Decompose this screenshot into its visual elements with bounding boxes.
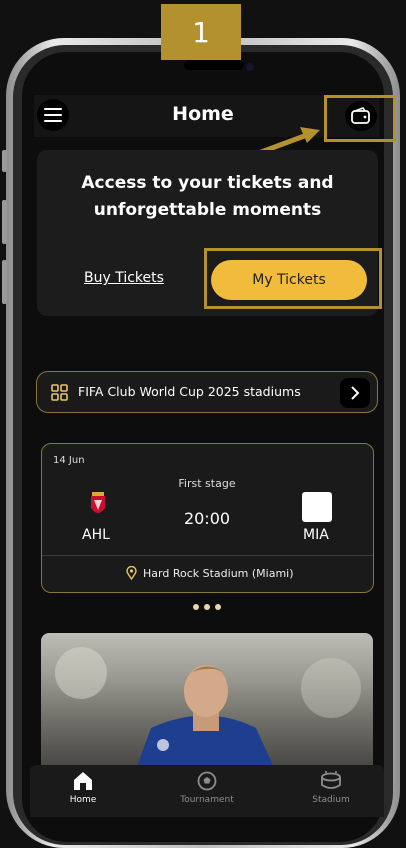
home-icon xyxy=(74,772,92,790)
home-team-code: AHL xyxy=(82,527,110,543)
away-team-crest-icon xyxy=(302,492,332,522)
carousel-dot[interactable] xyxy=(215,604,221,610)
nav-item-home[interactable]: Home xyxy=(58,771,108,805)
carousel-dot[interactable] xyxy=(204,604,210,610)
match-date: 14 Jun xyxy=(53,455,85,466)
match-stage: First stage xyxy=(178,477,236,490)
camera-icon xyxy=(246,63,254,71)
home-team-crest-icon xyxy=(91,492,105,513)
nav-item-tournament[interactable]: Tournament xyxy=(172,771,242,805)
phone-notch xyxy=(184,60,244,70)
chevron-right-icon xyxy=(351,386,360,400)
highlight-frame xyxy=(204,248,382,309)
stadiums-next-button[interactable] xyxy=(340,378,370,408)
carousel-dot[interactable] xyxy=(193,604,199,610)
step-badge: 1 xyxy=(161,4,241,60)
venue-name: Hard Rock Stadium (Miami) xyxy=(143,567,294,580)
carousel-dots xyxy=(193,604,221,610)
buy-tickets-link[interactable]: Buy Tickets xyxy=(84,270,164,286)
nav-item-label: Home xyxy=(69,795,97,805)
ball-icon xyxy=(197,771,217,791)
away-team-code: MIA xyxy=(303,527,329,543)
location-pin-icon xyxy=(126,566,137,580)
nav-item-stadium[interactable]: Stadium xyxy=(304,771,358,805)
tickets-heading-line: unforgettable moments xyxy=(93,200,322,220)
tickets-heading: Access to your tickets and unforgettable… xyxy=(37,170,378,224)
stadium-icon xyxy=(321,771,341,789)
grid-icon xyxy=(51,384,68,401)
card-divider xyxy=(42,555,373,556)
player-photo xyxy=(55,647,361,783)
nav-item-label: Stadium xyxy=(312,795,350,805)
news-photo[interactable] xyxy=(41,633,373,783)
stadiums-label: FIFA Club World Cup 2025 stadiums xyxy=(78,384,301,399)
nav-item-label: Tournament xyxy=(180,795,234,805)
tickets-heading-line: Access to your tickets and xyxy=(81,173,334,193)
match-time: 20:00 xyxy=(183,509,231,528)
